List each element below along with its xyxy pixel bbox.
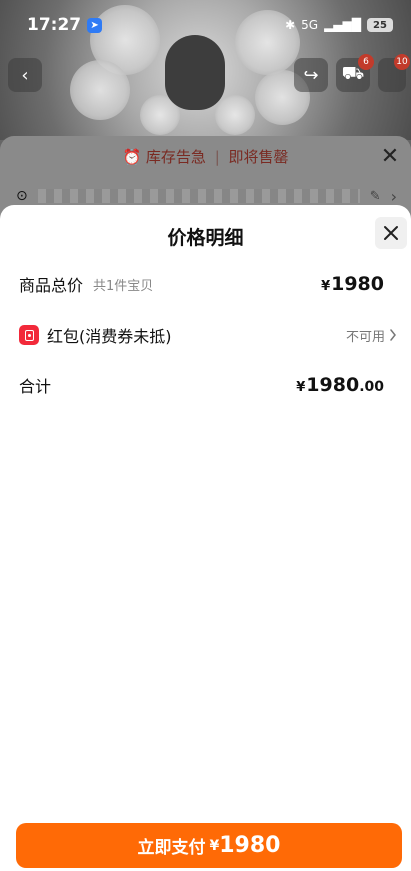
redpacket-status: 不可用 xyxy=(345,329,385,345)
total-price-row: 商品总价 共1件宝贝 ¥ 1980 xyxy=(19,269,384,299)
stock-alert-text: 库存告急 xyxy=(145,148,206,166)
total-amount: 1980 xyxy=(331,273,384,295)
status-time: 17:27 xyxy=(27,15,82,35)
total-price-value: ¥ 1980 xyxy=(321,273,384,295)
network-label: 5G xyxy=(301,18,319,32)
sum-currency: ¥ xyxy=(296,380,306,395)
bluetooth-icon: ✱ xyxy=(285,18,296,32)
price-detail-sheet: 价格明细 商品总价 共1件宝贝 ¥ 1980 红包(消费券未抵) 不可用 合计 … xyxy=(0,205,411,871)
address-row[interactable]: ⊙ ✎ › xyxy=(16,186,397,206)
sum-label: 合计 xyxy=(19,377,52,396)
edit-icon: ✎ xyxy=(369,188,381,204)
close-icon: ✕ xyxy=(380,143,400,169)
app-notification-icon: ➤ xyxy=(87,17,103,33)
redpacket-label: 红包(消费券未抵) xyxy=(47,327,172,346)
signal-icon: ▂▄▆█ xyxy=(324,18,361,32)
stock-alert-suffix: 即将售罄 xyxy=(228,148,289,166)
back-button[interactable]: ‹ xyxy=(8,58,42,92)
share-button[interactable]: ↪ xyxy=(294,58,328,92)
cart-badge: 6 xyxy=(358,54,374,70)
sheet-title: 价格明细 xyxy=(167,227,244,249)
item-count: 共1件宝贝 xyxy=(93,278,154,294)
share-icon: ↪ xyxy=(303,64,319,86)
total-currency: ¥ xyxy=(321,279,331,294)
address-blurred xyxy=(37,189,360,203)
more-button[interactable]: 10 xyxy=(378,54,410,92)
cart-button[interactable]: ⛟ 6 xyxy=(336,54,374,92)
order-card-close-button[interactable]: ✕ xyxy=(377,143,403,169)
pay-currency: ¥ xyxy=(209,837,220,854)
battery-icon: 25 xyxy=(367,18,393,32)
red-packet-icon xyxy=(19,325,39,345)
chevron-right-icon xyxy=(390,329,396,341)
status-bar: 17:27 ➤ ✱ 5G ▂▄▆█ 25 xyxy=(0,0,411,50)
stock-alert: ⏰ 库存告急 | 即将售罄 xyxy=(0,146,411,167)
sum-decimal: .00 xyxy=(359,379,384,395)
total-price-label: 商品总价 xyxy=(19,276,84,295)
close-icon xyxy=(384,226,398,240)
sheet-close-button[interactable] xyxy=(375,217,407,249)
location-pin-icon: ⊙ xyxy=(16,188,28,204)
stock-alert-divider: | xyxy=(214,148,220,166)
chevron-right-icon: › xyxy=(390,186,397,206)
pay-amount: 1980 xyxy=(219,833,281,858)
alarm-clock-icon: ⏰ xyxy=(122,148,142,166)
chevron-left-icon: ‹ xyxy=(21,64,29,86)
pay-now-button[interactable]: 立即支付 ¥ 1980 xyxy=(16,823,402,868)
sum-value: ¥ 1980 .00 xyxy=(296,374,384,396)
pay-now-label: 立即支付 xyxy=(137,838,206,858)
more-badge: 10 xyxy=(394,54,410,70)
battery-level: 25 xyxy=(373,19,387,31)
sum-row: 合计 ¥ 1980 .00 xyxy=(19,370,384,400)
redpacket-row[interactable]: 红包(消费券未抵) 不可用 xyxy=(19,320,397,350)
sum-integer: 1980 xyxy=(306,374,360,396)
